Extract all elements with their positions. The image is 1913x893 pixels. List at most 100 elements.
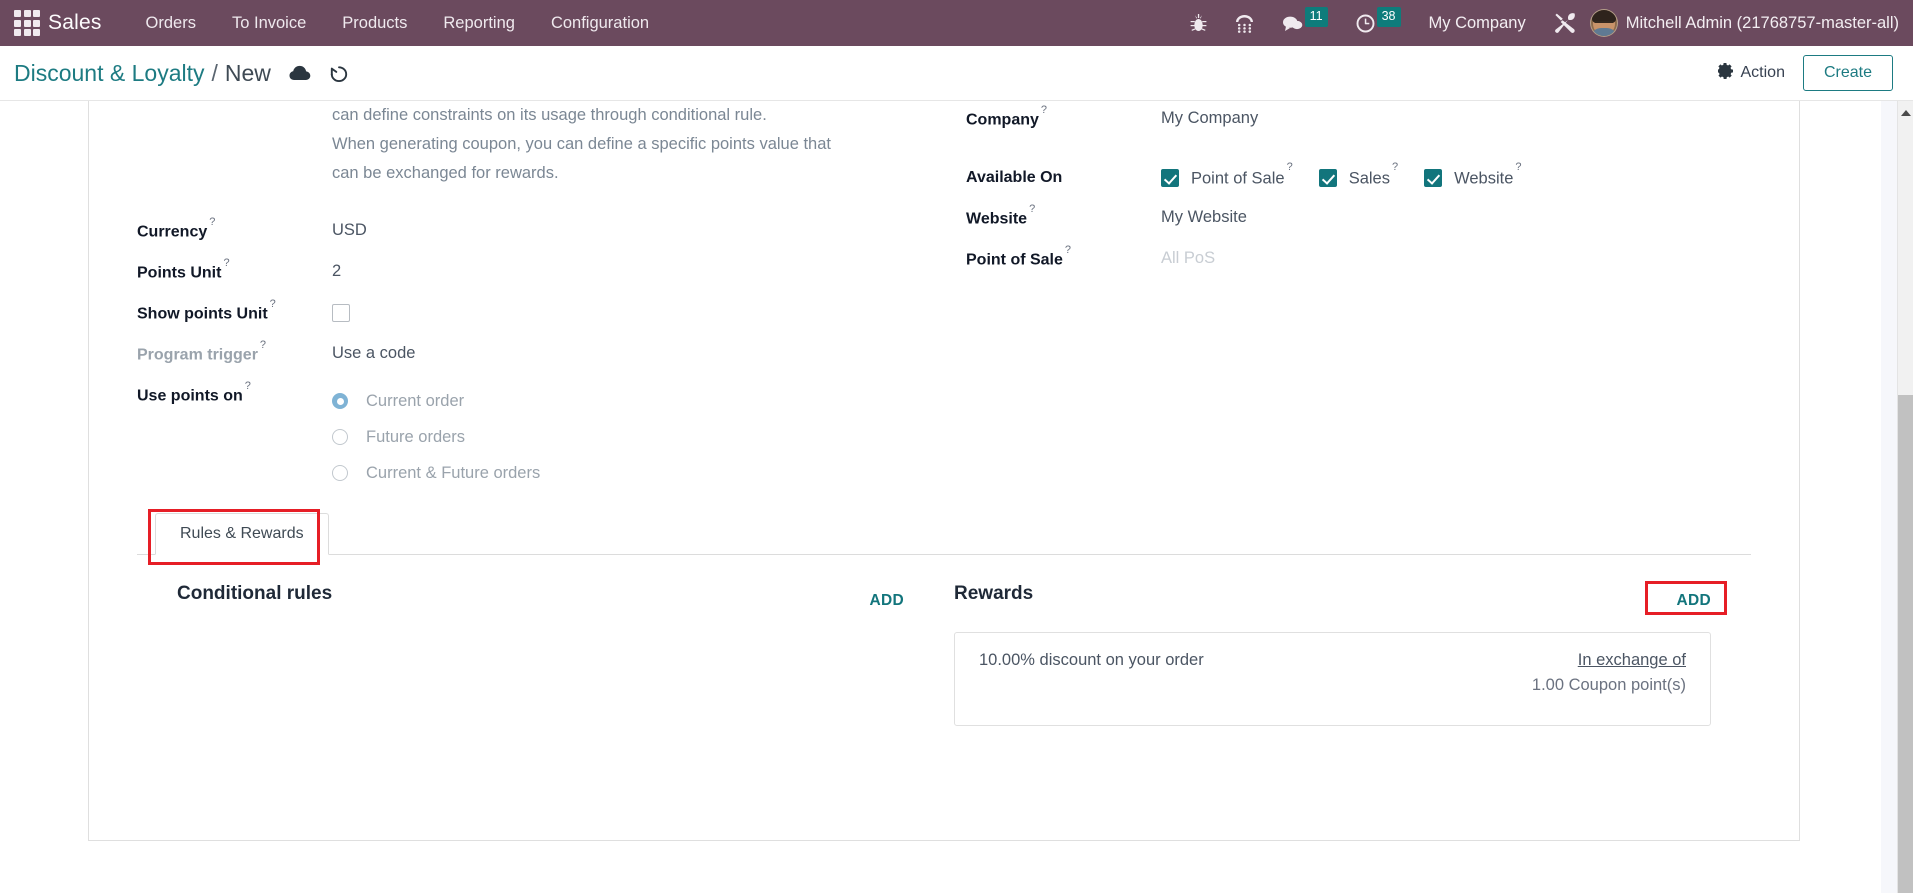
menu-item-products[interactable]: Products [324, 8, 425, 39]
show-points-unit-checkbox[interactable] [332, 303, 350, 322]
radio-current-order[interactable] [332, 393, 348, 409]
field-row-show-points-unit: Show points Unit? [137, 292, 926, 333]
available-on-item-sales[interactable]: Sales? [1318, 161, 1398, 189]
checkbox-website[interactable] [1424, 169, 1443, 188]
messages-badge: 11 [1304, 7, 1328, 27]
help-marker-program-trigger[interactable]: ? [260, 339, 266, 351]
checkbox-point-of-sale[interactable] [1161, 169, 1179, 188]
notebook-panes: Conditional rules ADD Rewards ADD 10.00%… [137, 555, 1751, 726]
menu-item-to-invoice[interactable]: To Invoice [214, 8, 324, 39]
control-panel-actions: Action Create [1716, 55, 1893, 91]
value-show-points-unit [332, 301, 350, 322]
value-company[interactable]: My Company [1161, 107, 1258, 128]
available-on-checkbox-group: Point of Sale? Sales? Website? [1161, 161, 1548, 189]
use-points-on-radio-group: Current order Future orders Current & Fu… [332, 383, 540, 491]
help-line-1: can define constraints on its usage thro… [332, 106, 767, 124]
action-label: Action [1740, 64, 1785, 81]
activities-badge: 38 [1376, 7, 1401, 27]
radio-label-current-order: Current order [366, 391, 465, 410]
messages-icon[interactable]: 11 [1268, 7, 1342, 33]
label-website-text: Website [966, 210, 1028, 228]
value-points-unit[interactable]: 2 [332, 260, 341, 281]
help-marker-point-of-sale[interactable]: ? [1065, 244, 1071, 256]
form-inner: can define constraints on its usage thro… [89, 101, 1799, 726]
label-currency: Currency? [137, 216, 332, 241]
help-marker-website-avail[interactable]: ? [1515, 161, 1521, 173]
create-button[interactable]: Create [1802, 55, 1893, 91]
scrollbar-thumb[interactable] [1898, 395, 1913, 893]
action-button[interactable]: Action [1716, 62, 1785, 84]
radio-option-current-future-orders[interactable]: Current & Future orders [332, 455, 540, 491]
help-line-2: When generating coupon, you can define a… [332, 135, 831, 153]
available-on-item-website[interactable]: Website? [1424, 161, 1522, 189]
help-marker-use-points-on[interactable]: ? [245, 380, 251, 392]
app-brand-sales[interactable]: Sales [48, 11, 102, 35]
help-marker-show-points-unit[interactable]: ? [270, 298, 276, 310]
checkbox-sales[interactable] [1318, 169, 1337, 188]
apps-grid-icon[interactable] [14, 10, 40, 36]
tools-icon[interactable] [1540, 12, 1590, 34]
control-panel: Discount & Loyalty / New Action Create [0, 46, 1913, 101]
radio-label-future-orders: Future orders [366, 427, 466, 446]
scroll-up-arrow-icon[interactable] [1900, 110, 1911, 116]
bug-icon[interactable] [1176, 13, 1221, 33]
checkbox-label-sales: Sales? [1349, 161, 1398, 189]
field-row-currency: Currency? USD [137, 210, 926, 251]
form-column-left: can define constraints on its usage thro… [137, 106, 944, 491]
label-use-points-on-text: Use points on [137, 387, 243, 405]
value-website[interactable]: My Website [1161, 206, 1247, 227]
user-menu[interactable]: Mitchell Admin (21768757-master-all) [1626, 14, 1899, 33]
radio-current-future-orders[interactable] [332, 465, 348, 481]
gear-icon [1716, 62, 1734, 84]
menu-item-configuration[interactable]: Configuration [533, 8, 667, 39]
conditional-rules-add-button[interactable]: ADD [870, 583, 904, 610]
radio-future-orders[interactable] [332, 429, 348, 445]
help-marker-currency[interactable]: ? [209, 216, 215, 228]
vertical-scrollbar[interactable] [1897, 101, 1913, 893]
rewards-header: Rewards ADD [954, 581, 1727, 615]
menu-item-orders[interactable]: Orders [128, 8, 214, 39]
avatar[interactable] [1589, 9, 1618, 37]
help-marker-website[interactable]: ? [1029, 203, 1035, 215]
reward-points-value: 1.00 Coupon point(s) [1531, 676, 1686, 694]
label-use-points-on: Use points on? [137, 380, 332, 405]
radio-label-current-future-orders: Current & Future orders [366, 463, 541, 482]
breadcrumb-root[interactable]: Discount & Loyalty [14, 60, 204, 87]
reward-description: 10.00% discount on your order [979, 651, 1204, 669]
main-menu: Orders To Invoice Products Reporting Con… [128, 8, 668, 39]
form-sheet: can define constraints on its usage thro… [88, 101, 1800, 841]
notebook-tabs: Rules & Rewards [137, 509, 1751, 565]
tab-rules-and-rewards[interactable]: Rules & Rewards [155, 513, 329, 555]
value-point-of-sale-placeholder[interactable]: All PoS [1161, 247, 1215, 268]
form-column-right: Company? My Company Available On Point o… [944, 104, 1751, 491]
label-company: Company? [966, 104, 1161, 129]
company-switcher[interactable]: My Company [1415, 14, 1540, 33]
radio-option-future-orders[interactable]: Future orders [332, 419, 540, 455]
conditional-rules-title: Conditional rules [177, 583, 333, 604]
label-points-unit: Points Unit? [137, 257, 332, 282]
checkbox-label-point-of-sale: Point of Sale? [1191, 161, 1293, 189]
field-row-use-points-on: Use points on? Current order Future orde… [137, 374, 926, 491]
available-on-item-pos[interactable]: Point of Sale? [1161, 161, 1293, 189]
label-program-trigger: Program trigger? [137, 339, 332, 364]
label-points-unit-text: Points Unit [137, 264, 222, 282]
discard-undo-icon[interactable] [329, 64, 349, 83]
checkbox-text-website: Website [1454, 169, 1514, 188]
notebook: Rules & Rewards Conditional rules ADD Re… [137, 509, 1751, 726]
save-cloud-upload-icon[interactable] [289, 64, 311, 82]
dialpad-icon[interactable] [1221, 13, 1268, 33]
menu-item-reporting[interactable]: Reporting [425, 8, 533, 39]
label-program-trigger-text: Program trigger [137, 346, 258, 364]
reward-item[interactable]: 10.00% discount on your order In exchang… [954, 632, 1711, 726]
rewards-add-label: ADD [1676, 592, 1711, 609]
help-marker-pos-avail[interactable]: ? [1287, 161, 1293, 173]
program-help-text: can define constraints on its usage thro… [137, 101, 926, 188]
label-available-on: Available On [966, 169, 1063, 186]
value-currency[interactable]: USD [332, 219, 367, 240]
help-marker-company[interactable]: ? [1041, 104, 1047, 116]
rewards-add-button[interactable]: ADD [1644, 581, 1727, 615]
activities-clock-icon[interactable]: 38 [1342, 7, 1415, 33]
radio-option-current-order[interactable]: Current order [332, 383, 540, 419]
help-marker-sales-avail[interactable]: ? [1392, 161, 1398, 173]
help-marker-points-unit[interactable]: ? [223, 257, 229, 269]
